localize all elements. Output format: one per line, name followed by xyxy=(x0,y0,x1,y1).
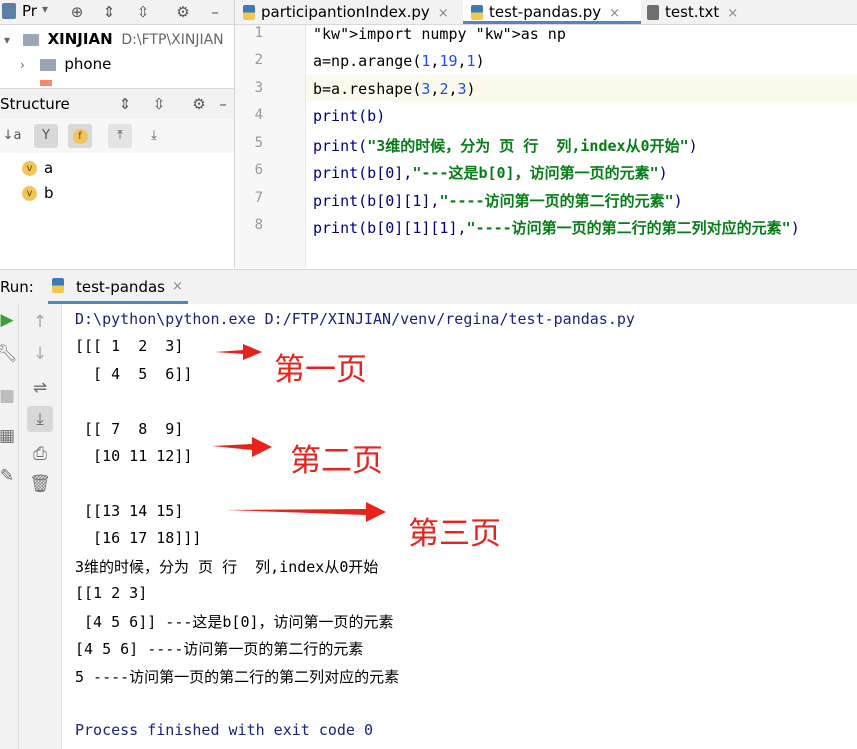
annotation-arrows xyxy=(212,344,386,522)
annotation-page2: 第二页 xyxy=(290,443,383,479)
annotation-page3: 第三页 xyxy=(408,516,501,552)
annotation-page1: 第一页 xyxy=(274,352,367,388)
arrow-page3 xyxy=(226,502,386,522)
arrow-page2 xyxy=(212,437,272,457)
arrow-page1 xyxy=(215,344,262,360)
